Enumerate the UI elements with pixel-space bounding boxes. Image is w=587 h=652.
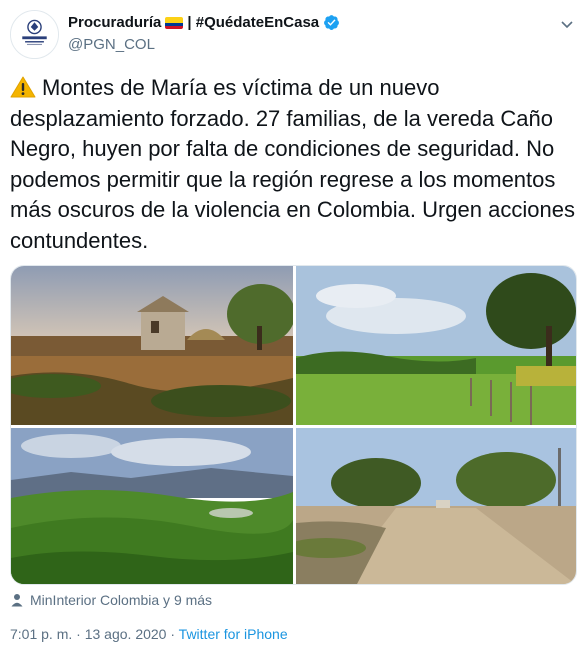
verified-badge-icon <box>324 15 340 30</box>
display-name-hashtag[interactable]: | #QuédateEnCasa <box>187 14 319 31</box>
name-row[interactable]: Procuraduría | #QuédateEnCasa <box>68 14 340 31</box>
meta-separator: · <box>170 626 176 642</box>
photo-1[interactable] <box>11 266 293 425</box>
tweet-date[interactable]: 13 ago. 2020 <box>85 626 167 642</box>
display-name[interactable]: Procuraduría <box>68 14 161 31</box>
handle[interactable]: @PGN_COL <box>68 36 155 53</box>
chevron-down-icon[interactable] <box>557 14 577 34</box>
tweet-header: Procuraduría | #QuédateEnCasa @PGN_COL <box>10 10 577 64</box>
photo-4[interactable] <box>296 428 576 584</box>
tweet-body: Montes de María es víctima de un nuevo d… <box>10 75 582 253</box>
photo-2[interactable] <box>296 266 576 425</box>
tweet-time[interactable]: 7:01 p. m. <box>10 626 72 642</box>
photo-3[interactable] <box>11 428 293 584</box>
person-icon <box>11 594 23 607</box>
warning-icon <box>10 76 36 98</box>
avatar[interactable] <box>10 10 59 59</box>
tweet-source-link[interactable]: Twitter for iPhone <box>179 626 288 642</box>
meta-separator: · <box>76 626 81 642</box>
procuraduria-seal-icon <box>11 11 58 58</box>
photo-grid <box>10 265 577 585</box>
tweet-meta: 7:01 p. m. · 13 ago. 2020 · Twitter for … <box>10 626 288 642</box>
colombia-flag-icon <box>165 16 184 29</box>
tweet-text: Montes de María es víctima de un nuevo d… <box>10 73 577 256</box>
tagged-users-text[interactable]: MinInterior Colombia y 9 más <box>30 592 212 608</box>
tagged-users[interactable]: MinInterior Colombia y 9 más <box>10 592 212 608</box>
